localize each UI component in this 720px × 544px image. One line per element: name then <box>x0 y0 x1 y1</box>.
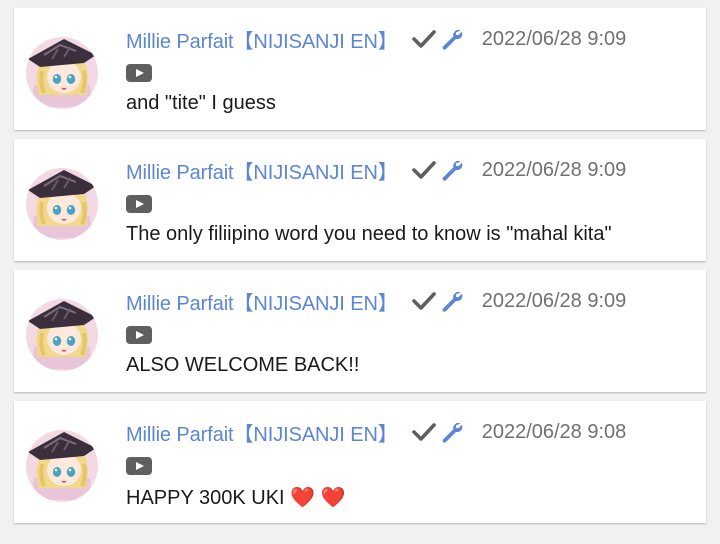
check-icon <box>411 422 436 442</box>
timestamp: 2022/06/28 9:09 <box>481 158 627 181</box>
author-name[interactable]: Millie Parfait【NIJISANJI EN】 <box>126 25 398 54</box>
youtube-icon <box>126 195 152 213</box>
avatar[interactable] <box>26 299 98 371</box>
message-text: and "tite" I guess <box>126 92 276 114</box>
youtube-icon <box>126 64 152 82</box>
timestamp: 2022/06/28 9:09 <box>481 27 627 50</box>
wrench-icon <box>440 27 464 51</box>
wrench-icon <box>440 158 464 182</box>
author-name[interactable]: Millie Parfait【NIJISANJI EN】 <box>126 418 398 447</box>
youtube-icon <box>126 326 152 344</box>
chat-message-card[interactable]: Millie Parfait【NIJISANJI EN】 2022/06/28 … <box>14 270 706 392</box>
youtube-icon <box>126 457 152 475</box>
message-header: Millie Parfait【NIJISANJI EN】 2022/06/28 … <box>126 155 626 185</box>
message-header: Millie Parfait【NIJISANJI EN】 2022/06/28 … <box>126 24 626 54</box>
source-badge <box>126 326 152 344</box>
check-icon <box>411 160 436 180</box>
source-badge <box>126 457 152 475</box>
author-name[interactable]: Millie Parfait【NIJISANJI EN】 <box>126 287 398 316</box>
wrench-icon <box>440 289 464 313</box>
message-header: Millie Parfait【NIJISANJI EN】 2022/06/28 … <box>126 286 626 316</box>
message-text: The only filiipino word you need to know… <box>126 223 612 245</box>
chat-feed: Millie Parfait【NIJISANJI EN】 2022/06/28 … <box>0 0 720 544</box>
chat-message-card[interactable]: Millie Parfait【NIJISANJI EN】 2022/06/28 … <box>14 401 706 523</box>
message-header: Millie Parfait【NIJISANJI EN】 2022/06/28 … <box>126 417 626 447</box>
timestamp: 2022/06/28 9:09 <box>481 289 627 312</box>
avatar[interactable] <box>26 37 98 109</box>
avatar[interactable] <box>26 430 98 502</box>
author-name[interactable]: Millie Parfait【NIJISANJI EN】 <box>126 156 398 185</box>
avatar[interactable] <box>26 168 98 240</box>
source-badge <box>126 64 152 82</box>
message-text: ALSO WELCOME BACK!! <box>126 354 360 376</box>
timestamp: 2022/06/28 9:08 <box>481 420 627 443</box>
chat-message-card[interactable]: Millie Parfait【NIJISANJI EN】 2022/06/28 … <box>14 139 706 261</box>
message-text: HAPPY 300K UKI ❤️ ❤️ <box>126 487 346 509</box>
source-badge <box>126 195 152 213</box>
chat-message-card[interactable]: Millie Parfait【NIJISANJI EN】 2022/06/28 … <box>14 8 706 130</box>
check-icon <box>411 291 436 311</box>
check-icon <box>411 29 436 49</box>
wrench-icon <box>440 420 464 444</box>
